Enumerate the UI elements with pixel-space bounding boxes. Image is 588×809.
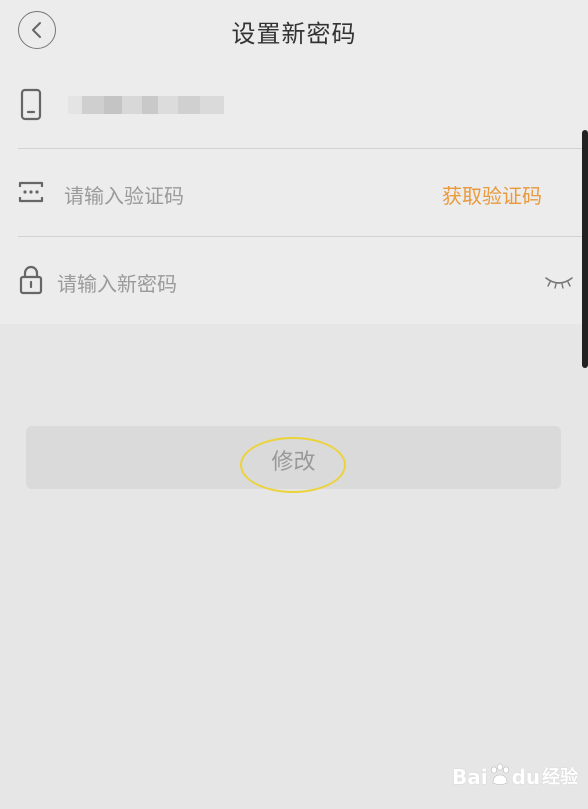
highlight-annotation [240,437,346,493]
baidu-jingyan-watermark: Bai du 经验 [452,763,579,789]
divider [18,148,583,149]
divider [18,236,583,237]
header-bar: 设置新密码 [0,0,588,62]
paw-logo-icon [490,763,509,785]
get-code-button[interactable]: 获取验证码 [442,180,542,209]
eye-closed-icon[interactable] [544,274,574,294]
code-input[interactable]: 请输入验证码 [64,180,184,209]
phone-icon [18,88,44,126]
scrollbar[interactable] [582,130,588,368]
phone-number-masked [68,96,224,114]
verify-code-icon [18,180,44,208]
lock-icon [18,264,44,300]
page-title: 设置新密码 [231,20,357,48]
new-password-input[interactable]: 请输入新密码 [57,268,177,297]
